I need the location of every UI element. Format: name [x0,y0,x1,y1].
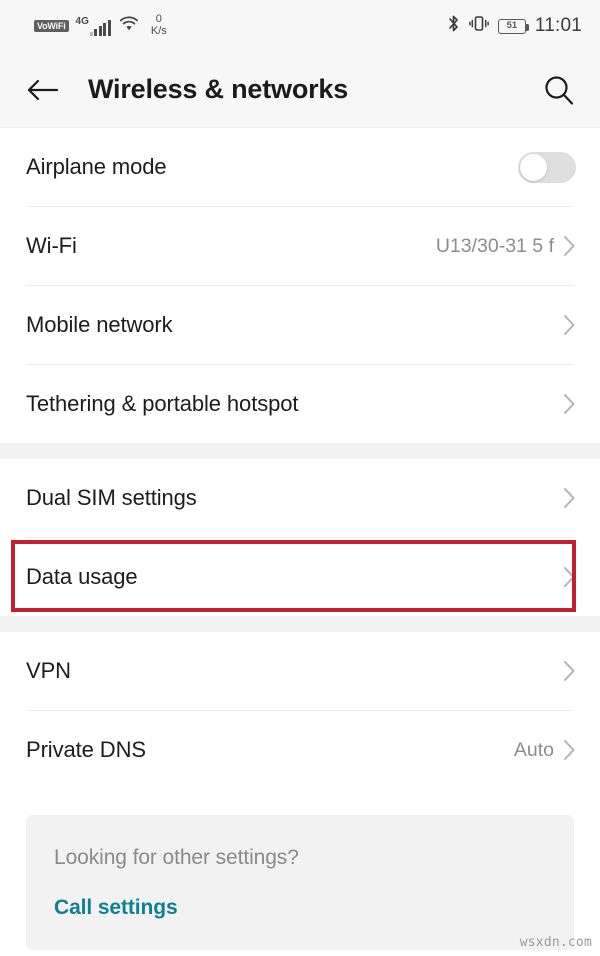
row-data-usage[interactable]: Data usage [0,538,600,616]
airplane-mode-toggle[interactable] [518,151,576,183]
row-airplane-mode[interactable]: Airplane mode [0,128,600,206]
row-tethering-hotspot[interactable]: Tethering & portable hotspot [0,365,600,443]
row-control [518,151,576,183]
wifi-icon [118,15,140,37]
row-wifi[interactable]: Wi-Fi U13/30-31 5 f [0,207,600,285]
footer-card-wrapper: Looking for other settings? Call setting… [0,789,600,950]
chevron-right-icon [563,235,576,257]
other-settings-card: Looking for other settings? Call setting… [26,815,574,950]
row-label: Dual SIM settings [26,485,197,510]
row-private-dns[interactable]: Private DNS Auto [0,711,600,789]
vibrate-icon [469,14,489,38]
settings-group-connectivity: Airplane mode Wi-Fi U13/30-31 5 f Mobile… [0,128,600,443]
row-control [563,660,576,682]
phone-screen: VoWiFi 4G 0 K/s 51 11:01 Wireless & netw… [0,0,600,956]
row-label: Tethering & portable hotspot [26,391,299,416]
section-gap [0,443,600,459]
status-bar: VoWiFi 4G 0 K/s 51 11:01 [0,0,600,52]
row-control [563,566,576,588]
battery-icon: 51 [497,18,530,34]
row-label: Mobile network [26,312,173,337]
row-dual-sim-settings[interactable]: Dual SIM settings [0,459,600,537]
mobile-signal-icon: 4G [75,15,111,36]
call-settings-link[interactable]: Call settings [54,896,178,920]
status-bar-left: VoWiFi 4G 0 K/s [34,14,167,37]
network-speed-unit: K/s [150,25,167,37]
chevron-right-icon [563,660,576,682]
row-value: Auto [513,738,554,761]
row-label: Airplane mode [26,154,167,179]
signal-bars-icon [89,19,111,36]
network-speed-indicator: 0 K/s [151,14,167,37]
page-title: Wireless & networks [88,74,349,104]
row-label: Wi-Fi [26,233,77,258]
row-control: U13/30-31 5 f [436,235,576,258]
network-type-label: 4G [75,15,89,27]
chevron-right-icon [563,739,576,761]
other-settings-question: Looking for other settings? [54,846,299,869]
chevron-right-icon [563,393,576,415]
section-gap [0,616,600,632]
watermark: wsxdn.com [519,935,592,950]
row-control: Auto [514,739,576,762]
row-label: Private DNS [26,737,146,762]
back-arrow-icon[interactable] [26,77,60,103]
row-mobile-network[interactable]: Mobile network [0,286,600,364]
vowifi-badge-icon: VoWiFi [34,20,69,32]
app-bar: Wireless & networks [0,52,600,128]
row-label: Data usage [26,564,138,589]
status-bar-right: 51 11:01 [447,14,582,38]
settings-group-sim-data: Dual SIM settings Data usage [0,459,600,616]
row-control [563,487,576,509]
chevron-right-icon [563,487,576,509]
row-control [563,393,576,415]
bluetooth-icon [447,14,460,38]
status-bar-clock: 11:01 [534,15,582,36]
row-vpn[interactable]: VPN [0,632,600,710]
battery-percent-label: 51 [506,20,518,32]
chevron-right-icon [563,314,576,336]
chevron-right-icon [563,566,576,588]
toggle-knob [520,153,547,181]
row-label: VPN [26,658,71,683]
row-control [563,314,576,336]
row-value: U13/30-31 5 f [435,234,554,257]
settings-group-vpn-dns: VPN Private DNS Auto [0,632,600,789]
search-icon[interactable] [542,73,576,107]
